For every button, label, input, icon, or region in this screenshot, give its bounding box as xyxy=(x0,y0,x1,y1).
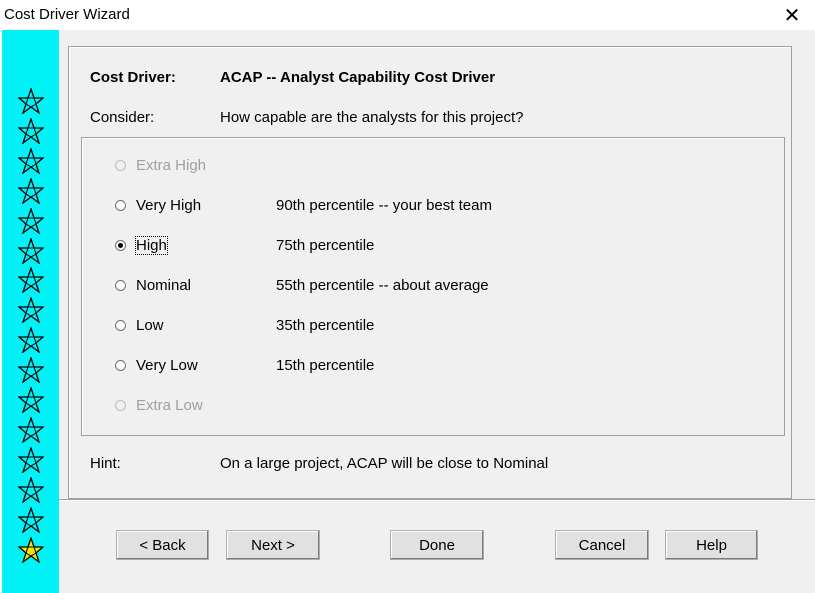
radio-button[interactable] xyxy=(115,200,126,211)
star-icon xyxy=(18,476,44,503)
rating-option-extra-high: Extra High xyxy=(115,157,765,177)
rating-description: 15th percentile xyxy=(276,357,375,374)
radio-button[interactable] xyxy=(115,360,126,371)
rating-label: Low xyxy=(136,317,164,334)
rating-label: Extra High xyxy=(136,157,207,174)
rating-option-nominal[interactable]: Nominal 55th percentile -- about average xyxy=(115,277,765,297)
rating-label: Very Low xyxy=(136,357,198,374)
rating-label: Very High xyxy=(136,197,202,214)
done-button[interactable]: Done xyxy=(390,530,484,560)
consider-text: How capable are the analysts for this pr… xyxy=(220,109,524,126)
rating-description: 90th percentile -- your best team xyxy=(276,197,492,214)
wizard-progress-strip xyxy=(2,30,59,593)
rating-description: 75th percentile xyxy=(276,237,375,254)
star-icon xyxy=(18,267,44,294)
radio-button[interactable] xyxy=(115,320,126,331)
cost-driver-value: ACAP -- Analyst Capability Cost Driver xyxy=(220,69,496,86)
radio-button xyxy=(115,160,126,171)
star-icon xyxy=(18,88,44,114)
rating-description: 35th percentile xyxy=(276,317,375,334)
rating-description: 55th percentile -- about average xyxy=(276,277,489,294)
radio-button xyxy=(115,400,126,411)
star-icon xyxy=(18,207,44,234)
help-button[interactable]: Help xyxy=(665,530,758,560)
star-icon xyxy=(18,536,44,563)
radio-button[interactable] xyxy=(115,240,126,251)
star-icon xyxy=(18,177,44,204)
star-icon xyxy=(18,446,44,473)
star-icon xyxy=(18,416,44,443)
close-button[interactable]: ✕ xyxy=(769,0,815,30)
rating-option-very-high[interactable]: Very High 90th percentile -- your best te… xyxy=(115,197,765,217)
cost-driver-label: Cost Driver: xyxy=(90,69,176,86)
rating-option-high[interactable]: High 75th percentile xyxy=(115,236,765,257)
title-bar: Cost Driver Wizard ✕ xyxy=(0,0,815,30)
star-icon xyxy=(18,147,44,174)
hint-label: Hint: xyxy=(90,455,121,472)
rating-option-low[interactable]: Low 35th percentile xyxy=(115,317,765,337)
consider-label: Consider: xyxy=(90,109,155,126)
star-icon xyxy=(18,237,44,264)
rating-label: Nominal xyxy=(136,277,192,294)
star-icon xyxy=(18,117,44,144)
star-icon xyxy=(18,357,44,384)
back-button[interactable]: < Back xyxy=(116,530,209,560)
rating-label: High xyxy=(135,236,168,255)
rating-options-group: Extra High Very High 90th percentile -- yo… xyxy=(81,137,785,436)
next-button[interactable]: Next > xyxy=(226,530,320,560)
cancel-button[interactable]: Cancel xyxy=(555,530,649,560)
close-icon: ✕ xyxy=(783,4,801,27)
radio-button[interactable] xyxy=(115,280,126,291)
rating-label: Extra Low xyxy=(136,397,203,414)
star-icon xyxy=(18,327,44,354)
star-icon xyxy=(18,297,44,324)
rating-option-extra-low: Extra Low xyxy=(115,397,765,417)
window-title: Cost Driver Wizard xyxy=(4,6,130,23)
star-icon xyxy=(18,506,44,533)
button-separator xyxy=(59,499,815,501)
wizard-client-area: Cost Driver: ACAP -- Analyst Capability … xyxy=(59,30,815,593)
hint-text: On a large project, ACAP will be close t… xyxy=(220,455,549,472)
star-icon xyxy=(18,387,44,413)
rating-option-very-low[interactable]: Very Low 15th percentile xyxy=(115,357,765,377)
